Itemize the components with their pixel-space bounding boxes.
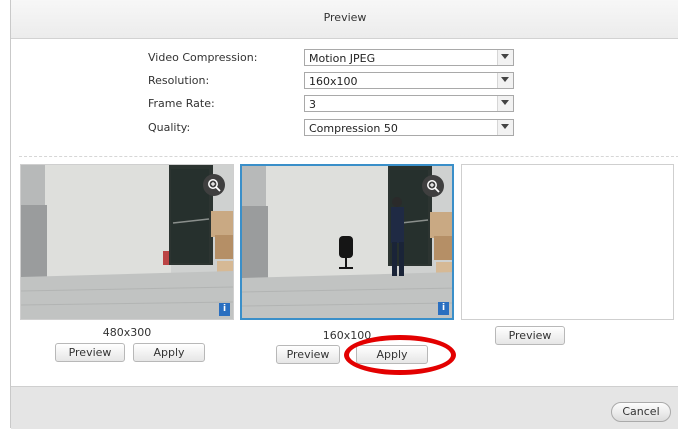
info-icon[interactable]: i	[219, 303, 230, 316]
resolution-select[interactable]: 160x100	[304, 72, 514, 89]
resolution-value: 160x100	[309, 75, 358, 88]
resolution-label: Resolution:	[148, 74, 210, 87]
quality-select[interactable]: Compression 50	[304, 119, 514, 136]
frame-rate-label: Frame Rate:	[148, 97, 215, 110]
zoom-in-icon[interactable]	[203, 174, 225, 196]
apply-button-1[interactable]: Apply	[133, 343, 205, 362]
preview-dialog: Preview Video Compression: Motion JPEG R…	[10, 0, 678, 429]
preview-thumbnail-160x100[interactable]: i	[240, 164, 454, 320]
resolution-caption-1: 480x300	[102, 326, 152, 339]
preview-button-3[interactable]: Preview	[495, 326, 565, 345]
zoom-in-icon[interactable]	[422, 175, 444, 197]
video-compression-label: Video Compression:	[148, 51, 258, 64]
dialog-footer	[11, 386, 678, 429]
quality-label: Quality:	[148, 121, 191, 134]
section-divider	[19, 156, 678, 157]
video-compression-value: Motion JPEG	[309, 52, 376, 65]
chevron-down-icon[interactable]	[497, 96, 513, 111]
video-compression-select[interactable]: Motion JPEG	[304, 49, 514, 66]
preview-thumbnail-empty	[461, 164, 674, 320]
cancel-button[interactable]: Cancel	[611, 402, 671, 422]
preview-thumbnail-480x300[interactable]: i	[20, 164, 234, 320]
chevron-down-icon[interactable]	[497, 50, 513, 65]
chevron-down-icon[interactable]	[497, 120, 513, 135]
preview-button-1[interactable]: Preview	[55, 343, 125, 362]
highlight-circle-annotation	[344, 335, 456, 375]
chevron-down-icon[interactable]	[497, 73, 513, 88]
camera-snapshot-image	[21, 165, 233, 319]
frame-rate-value: 3	[309, 98, 316, 111]
quality-value: Compression 50	[309, 122, 398, 135]
frame-rate-select[interactable]: 3	[304, 95, 514, 112]
dialog-titlebar: Preview	[11, 0, 678, 39]
info-icon[interactable]: i	[438, 302, 449, 315]
preview-button-2[interactable]: Preview	[276, 345, 340, 364]
dialog-title: Preview	[323, 11, 367, 24]
